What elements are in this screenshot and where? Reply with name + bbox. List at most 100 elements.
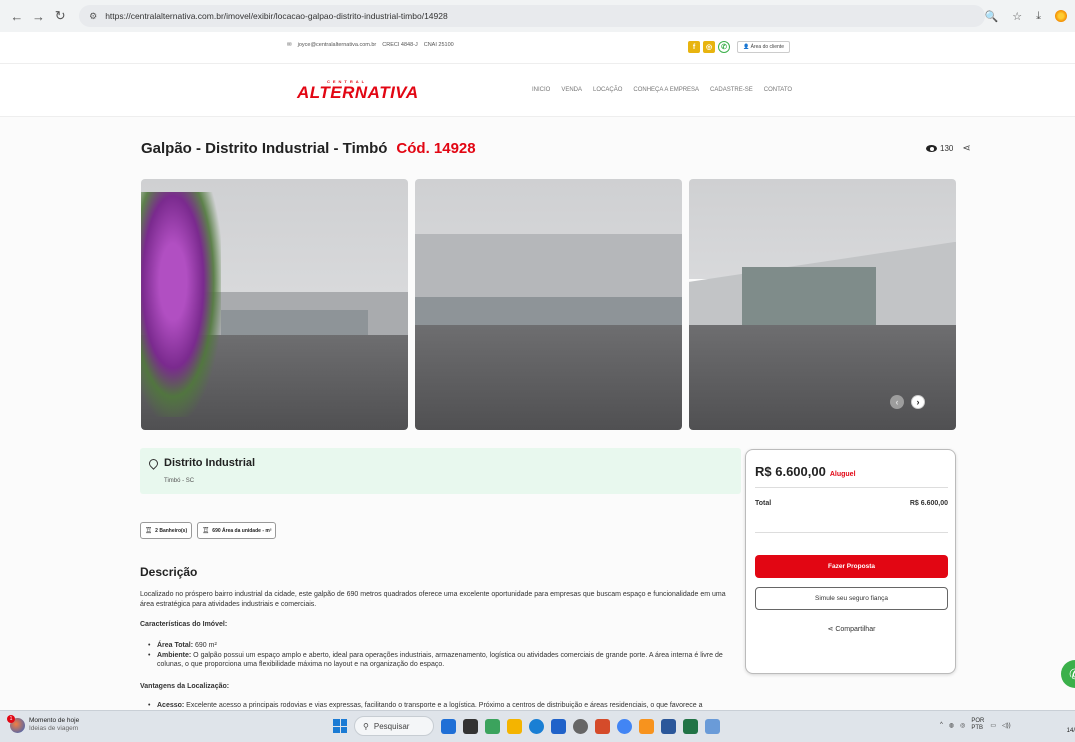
app-icon[interactable] — [639, 718, 654, 734]
excel-icon[interactable] — [683, 718, 698, 734]
make-proposal-button[interactable]: Fazer Proposta — [755, 555, 948, 578]
taskbar-search[interactable]: ⚲ Pesquisar — [354, 716, 434, 736]
clock[interactable]: 13 14/04/20 — [1050, 719, 1075, 735]
download-icon[interactable]: ⤓ — [1036, 10, 1041, 23]
facebook-icon[interactable]: f — [688, 41, 700, 53]
location-city: Timbó - SC — [164, 478, 195, 484]
site-header: CENTRAL ALTERNATIVA INICIO VENDA LOCAÇÃO… — [0, 64, 1075, 117]
volume-icon[interactable]: ◁)) — [1002, 722, 1011, 729]
location-card: Distrito Industrial Timbó - SC — [140, 448, 741, 494]
tray-app-icon[interactable]: ◍ — [949, 722, 954, 729]
social-links: f ◎ ✆ 👤 Área do cliente — [688, 41, 790, 53]
instagram-icon[interactable]: ◎ — [703, 41, 715, 53]
monitor-icon[interactable]: ▭ — [990, 722, 996, 729]
property-title-row: Galpão - Distrito Industrial - Timbó Cód… — [141, 140, 476, 157]
menu-item-inicio[interactable]: INICIO — [532, 87, 550, 93]
client-area-button[interactable]: 👤 Área do cliente — [737, 41, 790, 53]
news-widget[interactable]: 1 Momento de hoje Ideias de viagem — [7, 714, 79, 733]
zoom-icon[interactable]: 🔍 — [985, 10, 999, 23]
whatsapp-icon[interactable]: ✆ — [718, 41, 730, 53]
app-icon[interactable] — [441, 718, 456, 734]
app-icon[interactable] — [485, 718, 500, 734]
news-widget-icon: 1 — [7, 714, 25, 733]
location-title-row: Distrito Industrial — [147, 456, 255, 470]
list-item: Acesso: Excelente acesso a principais ro… — [148, 701, 740, 710]
prev-photo-button[interactable]: ‹ — [890, 395, 904, 409]
windows-start-icon[interactable] — [333, 719, 347, 733]
flowers — [141, 191, 222, 418]
tray-app-icon[interactable]: ◎ — [960, 722, 965, 729]
menu-item-empresa[interactable]: CONHEÇA A EMPRESA — [633, 87, 699, 93]
mail-icon: ✉ — [287, 42, 292, 48]
total-value: R$ 6.600,00 — [909, 500, 948, 507]
search-placeholder: Pesquisar — [373, 721, 410, 731]
menu-item-locacao[interactable]: LOCAÇÃO — [593, 87, 622, 93]
language-indicator[interactable]: POR PTB — [971, 718, 984, 732]
address-bar[interactable]: ⚙ https://centralalternativa.com.br/imov… — [79, 5, 985, 27]
windows-taskbar: 1 Momento de hoje Ideias de viagem ⚲ Pes… — [0, 710, 1075, 742]
bookmark-star-icon[interactable]: ☆ — [1012, 10, 1022, 23]
divider — [755, 487, 948, 488]
folder-icon[interactable] — [507, 718, 522, 734]
feature-badges: ♖ 2 Banheiro(s) ♖ 690 Área da unidade - … — [140, 522, 277, 539]
system-tray: ^ ◍ ◎ POR PTB ▭ ◁)) — [940, 718, 1011, 732]
top-info-strip: ✉ joyce@centralalternativa.com.br CRECI … — [0, 32, 1075, 64]
user-icon: 👤 — [743, 44, 751, 50]
divider — [755, 532, 948, 533]
extension-icon[interactable] — [1055, 10, 1067, 22]
edge-icon[interactable] — [529, 718, 544, 734]
app-icon[interactable] — [705, 718, 720, 734]
chrome-icon[interactable] — [617, 718, 632, 734]
app-icon[interactable] — [595, 718, 610, 734]
list-item: Área Total: 690 m² — [148, 641, 740, 651]
chevron-up-icon[interactable]: ^ — [940, 722, 943, 728]
creci: CRECI 4848-J — [382, 42, 418, 48]
location-advantages-heading: Vantagens da Localização: — [140, 683, 230, 690]
bath-icon: ♖ — [145, 526, 153, 535]
word-icon[interactable] — [661, 718, 676, 734]
feature-badge-area: ♖ 690 Área da unidade - m² — [197, 522, 277, 539]
app-icon[interactable] — [551, 718, 566, 734]
app-icon[interactable] — [573, 718, 588, 734]
logo[interactable]: CENTRAL ALTERNATIVA — [297, 79, 419, 105]
characteristics-heading: Características do Imóvel: — [140, 621, 228, 628]
characteristics-list: Área Total: 690 m² Ambiente: O galpão po… — [148, 641, 740, 670]
next-photo-button[interactable]: › — [911, 395, 925, 409]
news-subtitle: Ideias de viagem — [29, 725, 79, 732]
feature-badge-bathrooms: ♖ 2 Banheiro(s) — [140, 522, 193, 539]
views-counter: 130 ⋖ — [926, 143, 971, 154]
share-icon[interactable]: ⋖ — [962, 143, 970, 154]
menu-item-contato[interactable]: CONTATO — [764, 87, 792, 93]
menu-item-venda[interactable]: VENDA — [561, 87, 582, 93]
property-photo-1[interactable] — [141, 179, 408, 430]
browser-actions: 🔍 ☆ ⤓ — [985, 10, 1067, 23]
forward-icon[interactable]: → — [30, 7, 48, 25]
contact-email[interactable]: joyce@centralalternativa.com.br — [298, 42, 377, 48]
search-icon: ⚲ — [363, 721, 369, 731]
list-item: Ambiente: O galpão possui um espaço ampl… — [148, 651, 740, 670]
insurance-simulation-button[interactable]: Simule seu seguro fiança — [755, 587, 948, 610]
main-menu: INICIO VENDA LOCAÇÃO CONHEÇA A EMPRESA C… — [532, 87, 792, 93]
url-text: https://centralalternativa.com.br/imovel… — [105, 11, 448, 21]
area-icon: ♖ — [202, 526, 210, 535]
description-intro: Localizado no próspero bairro industrial… — [140, 591, 726, 608]
site-settings-icon[interactable]: ⚙ — [89, 11, 97, 22]
logo-main-text: ALTERNATIVA — [297, 83, 419, 102]
total-row: Total R$ 6.600,00 — [755, 500, 948, 507]
browser-toolbar: ← → ↻ ⚙ https://centralalternativa.com.b… — [0, 0, 1075, 32]
cnai: CNAI 25100 — [423, 42, 454, 48]
property-photo-3[interactable]: ‹ › — [689, 179, 956, 430]
menu-item-cadastre[interactable]: CADASTRE-SE — [710, 87, 753, 93]
taskbar-apps: ⚲ Pesquisar — [333, 716, 720, 736]
views-count: 130 — [940, 144, 954, 153]
contact-info: ✉ joyce@centralalternativa.com.br CRECI … — [287, 42, 454, 48]
share-button[interactable]: ⋖ Compartilhar — [746, 625, 957, 633]
back-icon[interactable]: ← — [8, 7, 26, 25]
reload-icon[interactable]: ↻ — [51, 7, 69, 25]
property-code: Cód. 14928 — [396, 140, 476, 157]
description-heading: Descrição — [140, 565, 198, 579]
property-title: Galpão - Distrito Industrial - Timbó — [141, 140, 388, 157]
app-icon[interactable] — [463, 718, 478, 734]
property-photo-2[interactable] — [415, 179, 682, 430]
price-value: R$ 6.600,00 — [755, 464, 826, 479]
